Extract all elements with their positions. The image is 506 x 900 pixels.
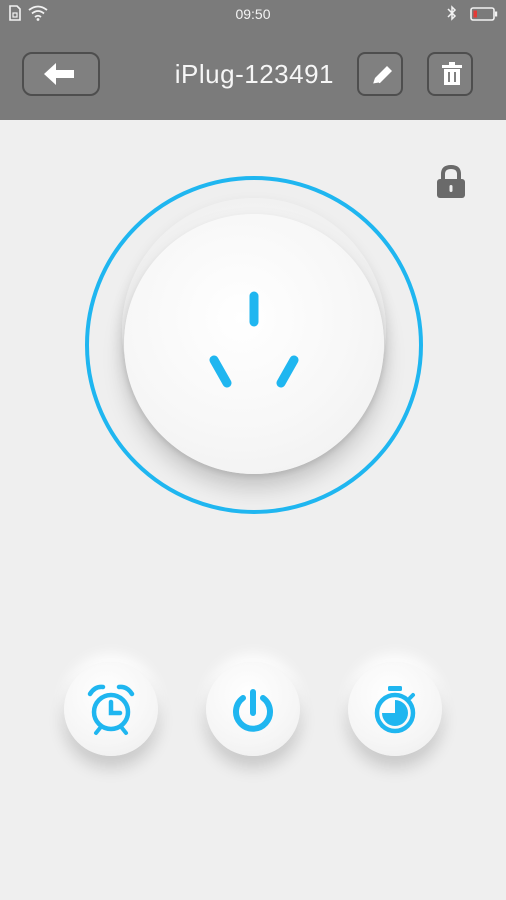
socket-power-button[interactable] [124, 214, 384, 474]
plug-control-screen: 09:50 iPlug-123491 [0, 0, 506, 900]
edit-name-button[interactable] [357, 52, 403, 96]
trash-icon [442, 62, 462, 85]
device-title: iPlug-123491 [174, 59, 334, 89]
delete-device-button[interactable] [427, 52, 473, 96]
status-bar: 09:50 [0, 0, 506, 28]
lock-icon [437, 164, 465, 198]
child-lock-button[interactable] [432, 162, 470, 202]
alarm-timer-button[interactable] [64, 662, 158, 756]
battery-low-icon [470, 7, 498, 26]
countdown-timer-button[interactable] [348, 662, 442, 756]
back-button[interactable] [22, 52, 100, 96]
bluetooth-icon [446, 5, 458, 26]
power-toggle-button[interactable] [206, 662, 300, 756]
power-socket-icon [209, 291, 299, 388]
back-arrow-icon [44, 63, 74, 85]
status-time: 09:50 [235, 6, 271, 22]
app-header: iPlug-123491 [0, 28, 506, 120]
alarm-clock-icon [87, 684, 135, 735]
pencil-icon [372, 66, 392, 85]
stopwatch-icon [374, 686, 416, 734]
power-icon [233, 689, 273, 732]
